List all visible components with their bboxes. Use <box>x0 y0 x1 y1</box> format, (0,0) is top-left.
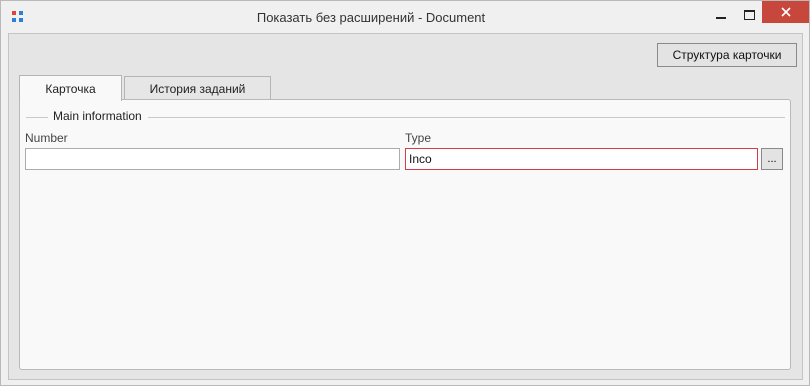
type-label: Type <box>405 131 432 145</box>
client-area: Структура карточки Карточка История зада… <box>8 33 803 380</box>
tab-card[interactable]: Карточка <box>19 75 122 101</box>
main-window: Показать без расширений - Document Струк… <box>0 0 810 386</box>
minimize-icon <box>716 17 726 19</box>
tab-panel: Main information Number Type Inco ... <box>19 99 791 370</box>
tab-task-history[interactable]: История заданий <box>124 76 271 100</box>
minimize-button[interactable] <box>706 1 736 29</box>
group-divider-left <box>26 117 48 118</box>
number-field[interactable] <box>25 148 400 170</box>
window-title: Показать без расширений - Document <box>256 10 486 25</box>
maximize-button[interactable] <box>734 1 764 29</box>
type-field[interactable]: Inco <box>405 148 758 170</box>
close-icon <box>780 7 791 17</box>
group-divider-right <box>148 117 785 118</box>
card-structure-button[interactable]: Структура карточки <box>657 43 797 67</box>
type-browse-button[interactable]: ... <box>761 148 783 170</box>
number-label: Number <box>25 131 68 145</box>
group-title: Main information <box>49 109 146 123</box>
close-button[interactable] <box>762 1 809 23</box>
title-bar[interactable]: Показать без расширений - Document <box>1 1 809 33</box>
maximize-icon <box>743 10 755 20</box>
